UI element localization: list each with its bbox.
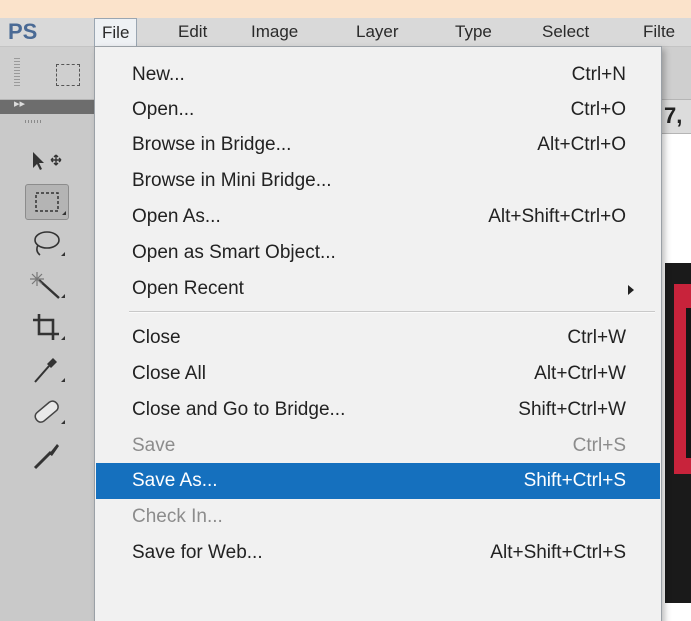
- brush-tool-icon[interactable]: [25, 436, 69, 472]
- menu-layer[interactable]: Layer: [349, 18, 406, 46]
- menu-item-shortcut: Ctrl+N: [571, 64, 626, 85]
- menu-image[interactable]: Image: [244, 18, 305, 46]
- tools-panel-grip[interactable]: [25, 120, 43, 123]
- marquee-preset-icon[interactable]: [56, 64, 80, 86]
- menu-item-open-recent[interactable]: Open Recent: [96, 271, 660, 307]
- ps-logo: PS: [8, 19, 38, 44]
- tools-panel: ▸▸: [0, 97, 95, 621]
- menu-item-shortcut: Alt+Shift+Ctrl+S: [490, 542, 626, 563]
- menu-item-label: Close: [132, 327, 181, 348]
- move-tool-icon[interactable]: [25, 142, 69, 178]
- collapse-arrows-icon[interactable]: ▸▸: [14, 97, 25, 110]
- menu-item-shortcut: Shift+Ctrl+S: [523, 470, 626, 491]
- menu-edit[interactable]: Edit: [171, 18, 214, 46]
- canvas-artwork-inner: [686, 308, 691, 458]
- rectangular-marquee-tool-icon[interactable]: [25, 184, 69, 220]
- menu-item-close[interactable]: Close Ctrl+W: [96, 320, 660, 356]
- menu-item-open[interactable]: Open... Ctrl+O: [96, 92, 660, 128]
- menu-item-shortcut: Shift+Ctrl+W: [518, 399, 626, 420]
- photoshop-window: PS File Edit Image Layer Type Select Fil…: [0, 18, 691, 621]
- menu-item-save-as[interactable]: Save As... Shift+Ctrl+S: [96, 463, 660, 499]
- menu-item-label: Open As...: [132, 206, 221, 227]
- menu-file[interactable]: File: [94, 18, 138, 46]
- menu-item-label: Close All: [132, 363, 206, 384]
- magic-wand-tool-icon[interactable]: [25, 268, 69, 304]
- menu-item-open-as[interactable]: Open As... Alt+Shift+Ctrl+O: [96, 199, 660, 235]
- lasso-tool-icon[interactable]: [25, 226, 69, 262]
- eyedropper-tool-icon[interactable]: [25, 352, 69, 388]
- menu-item-new[interactable]: New... Ctrl+N: [96, 57, 660, 93]
- document-tab-label: 7,: [664, 103, 683, 128]
- menu-item-shortcut: Ctrl+S: [572, 435, 626, 456]
- menu-item-label: New...: [132, 64, 185, 85]
- menu-item-close-all[interactable]: Close All Alt+Ctrl+W: [96, 356, 660, 392]
- healing-brush-tool-icon[interactable]: [25, 394, 69, 430]
- menu-bar: PS File Edit Image Layer Type Select Fil…: [0, 18, 691, 47]
- file-menu-dropdown: New... Ctrl+N Open... Ctrl+O Browse in B…: [94, 46, 662, 621]
- submenu-arrow-icon: [628, 285, 634, 295]
- menu-item-browse-in-bridge[interactable]: Browse in Bridge... Alt+Ctrl+O: [96, 127, 660, 163]
- menu-item-label: Save: [132, 435, 176, 456]
- menu-item-check-in: Check In...: [96, 499, 660, 535]
- tools-panel-header[interactable]: ▸▸: [0, 97, 94, 114]
- menu-item-save: Save Ctrl+S: [96, 428, 660, 464]
- menu-item-label: Browse in Mini Bridge...: [132, 170, 332, 191]
- menu-item-save-for-web[interactable]: Save for Web... Alt+Shift+Ctrl+S: [96, 535, 660, 571]
- menu-item-label: Save for Web...: [132, 542, 263, 563]
- menu-item-shortcut: Alt+Shift+Ctrl+O: [488, 206, 626, 227]
- menu-item-label: Close and Go to Bridge...: [132, 399, 346, 420]
- menu-item-label: Check In...: [132, 506, 223, 527]
- crop-tool-icon[interactable]: [25, 310, 69, 346]
- menu-item-shortcut: Ctrl+O: [570, 99, 626, 120]
- menu-item-label: Open Recent: [132, 278, 244, 299]
- menu-item-shortcut: Alt+Ctrl+O: [537, 134, 626, 155]
- menu-filter[interactable]: Filte: [636, 18, 682, 46]
- menu-item-label: Save As...: [132, 470, 218, 491]
- menu-item-label: Open...: [132, 99, 195, 120]
- options-bar-grip[interactable]: [14, 58, 20, 88]
- menu-item-open-as-smart-object[interactable]: Open as Smart Object...: [96, 235, 660, 271]
- menu-select[interactable]: Select: [535, 18, 596, 46]
- menu-type[interactable]: Type: [448, 18, 499, 46]
- menu-item-label: Browse in Bridge...: [132, 134, 292, 155]
- menu-item-close-and-go-to-bridge[interactable]: Close and Go to Bridge... Shift+Ctrl+W: [96, 392, 660, 428]
- menu-item-shortcut: Alt+Ctrl+W: [534, 363, 626, 384]
- menu-item-browse-in-mini-bridge[interactable]: Browse in Mini Bridge...: [96, 163, 660, 199]
- menu-item-shortcut: Ctrl+W: [567, 327, 626, 348]
- menu-separator: [129, 311, 655, 313]
- menu-item-label: Open as Smart Object...: [132, 242, 336, 263]
